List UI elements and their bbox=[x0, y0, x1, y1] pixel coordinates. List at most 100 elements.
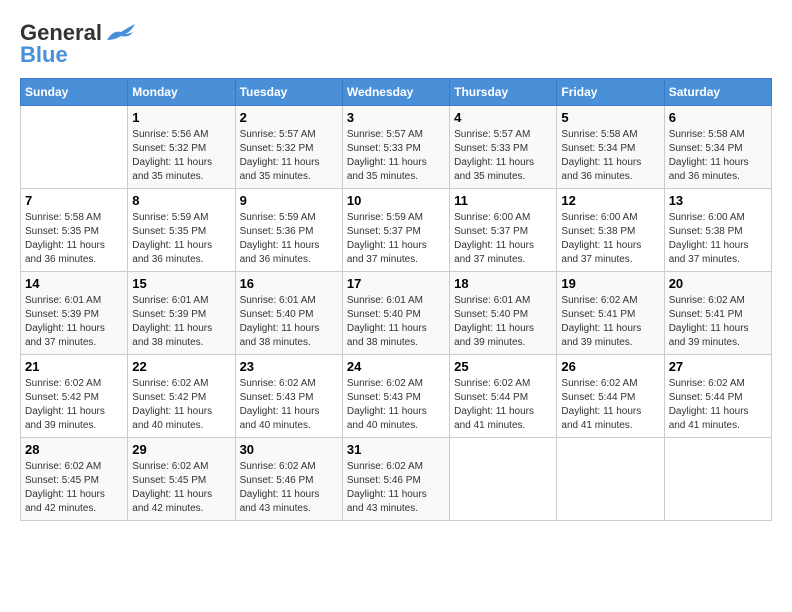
day-info: Sunrise: 6:02 AMSunset: 5:41 PMDaylight:… bbox=[669, 294, 767, 350]
logo: General Blue bbox=[20, 20, 141, 68]
day-info: Sunrise: 6:02 AMSunset: 5:44 PMDaylight:… bbox=[561, 377, 659, 433]
day-info: Sunrise: 6:00 AMSunset: 5:37 PMDaylight:… bbox=[454, 211, 552, 267]
logo-bird-icon bbox=[105, 22, 141, 44]
calendar-cell: 9Sunrise: 5:59 AMSunset: 5:36 PMDaylight… bbox=[235, 189, 342, 272]
calendar-cell: 18Sunrise: 6:01 AMSunset: 5:40 PMDayligh… bbox=[450, 272, 557, 355]
header-wednesday: Wednesday bbox=[342, 79, 449, 106]
calendar-cell: 26 Sunrise: 6:02 AMSunset: 5:44 PMDayligh… bbox=[557, 355, 664, 438]
calendar-cell: 12 Sunrise: 6:00 AMSunset: 5:38 PMDayligh… bbox=[557, 189, 664, 272]
calendar-cell: 27 Sunrise: 6:02 AMSunset: 5:44 PMDayligh… bbox=[664, 355, 771, 438]
day-number: 10 bbox=[347, 193, 445, 208]
calendar-cell: 6 Sunrise: 5:58 AMSunset: 5:34 PMDaylight… bbox=[664, 106, 771, 189]
day-info: Sunrise: 5:58 AMSunset: 5:34 PMDaylight:… bbox=[669, 128, 767, 184]
day-info: Sunrise: 6:02 AMSunset: 5:41 PMDaylight:… bbox=[561, 294, 659, 350]
day-number: 15 bbox=[132, 276, 230, 291]
day-info: Sunrise: 5:58 AMSunset: 5:34 PMDaylight:… bbox=[561, 128, 659, 184]
day-number: 13 bbox=[669, 193, 767, 208]
calendar-cell: 5 Sunrise: 5:58 AMSunset: 5:34 PMDaylight… bbox=[557, 106, 664, 189]
calendar-cell: 11Sunrise: 6:00 AMSunset: 5:37 PMDayligh… bbox=[450, 189, 557, 272]
calendar-cell: 21 Sunrise: 6:02 AMSunset: 5:42 PMDayligh… bbox=[21, 355, 128, 438]
day-number: 7 bbox=[25, 193, 123, 208]
day-info: Sunrise: 5:56 AMSunset: 5:32 PMDaylight:… bbox=[132, 128, 230, 184]
calendar-cell: 23 Sunrise: 6:02 AMSunset: 5:43 PMDayligh… bbox=[235, 355, 342, 438]
calendar-cell: 29 Sunrise: 6:02 AMSunset: 5:45 PMDayligh… bbox=[128, 438, 235, 521]
calendar-cell: 24Sunrise: 6:02 AMSunset: 5:43 PMDayligh… bbox=[342, 355, 449, 438]
day-number: 4 bbox=[454, 110, 552, 125]
calendar-cell bbox=[450, 438, 557, 521]
calendar-cell: 13 Sunrise: 6:00 AMSunset: 5:38 PMDayligh… bbox=[664, 189, 771, 272]
logo-blue: Blue bbox=[20, 42, 68, 68]
calendar-cell: 17Sunrise: 6:01 AMSunset: 5:40 PMDayligh… bbox=[342, 272, 449, 355]
calendar-cell: 1 Sunrise: 5:56 AMSunset: 5:32 PMDaylight… bbox=[128, 106, 235, 189]
calendar-cell: 31Sunrise: 6:02 AMSunset: 5:46 PMDayligh… bbox=[342, 438, 449, 521]
calendar-week-row: 28Sunrise: 6:02 AMSunset: 5:45 PMDayligh… bbox=[21, 438, 772, 521]
day-info: Sunrise: 5:59 AMSunset: 5:36 PMDaylight:… bbox=[240, 211, 338, 267]
day-number: 23 bbox=[240, 359, 338, 374]
day-info: Sunrise: 6:02 AMSunset: 5:45 PMDaylight:… bbox=[25, 460, 123, 516]
calendar-cell: 14 Sunrise: 6:01 AMSunset: 5:39 PMDayligh… bbox=[21, 272, 128, 355]
header-thursday: Thursday bbox=[450, 79, 557, 106]
day-number: 12 bbox=[561, 193, 659, 208]
calendar-week-row: 21 Sunrise: 6:02 AMSunset: 5:42 PMDayligh… bbox=[21, 355, 772, 438]
header-saturday: Saturday bbox=[664, 79, 771, 106]
day-number: 24 bbox=[347, 359, 445, 374]
day-number: 18 bbox=[454, 276, 552, 291]
calendar-cell: 2 Sunrise: 5:57 AMSunset: 5:32 PMDaylight… bbox=[235, 106, 342, 189]
day-info: Sunrise: 6:02 AMSunset: 5:46 PMDaylight:… bbox=[347, 460, 445, 516]
day-info: Sunrise: 5:57 AMSunset: 5:33 PMDaylight:… bbox=[347, 128, 445, 184]
calendar-table: SundayMondayTuesdayWednesdayThursdayFrid… bbox=[20, 78, 772, 521]
calendar-week-row: 7 Sunrise: 5:58 AMSunset: 5:35 PMDaylight… bbox=[21, 189, 772, 272]
calendar-cell: 28Sunrise: 6:02 AMSunset: 5:45 PMDayligh… bbox=[21, 438, 128, 521]
header-tuesday: Tuesday bbox=[235, 79, 342, 106]
day-info: Sunrise: 5:57 AMSunset: 5:33 PMDaylight:… bbox=[454, 128, 552, 184]
day-info: Sunrise: 6:02 AMSunset: 5:45 PMDaylight:… bbox=[132, 460, 230, 516]
day-number: 21 bbox=[25, 359, 123, 374]
day-number: 16 bbox=[240, 276, 338, 291]
day-number: 2 bbox=[240, 110, 338, 125]
day-info: Sunrise: 6:00 AMSunset: 5:38 PMDaylight:… bbox=[669, 211, 767, 267]
page-header: General Blue bbox=[20, 20, 772, 68]
calendar-cell: 20 Sunrise: 6:02 AMSunset: 5:41 PMDayligh… bbox=[664, 272, 771, 355]
day-number: 5 bbox=[561, 110, 659, 125]
day-info: Sunrise: 5:59 AMSunset: 5:35 PMDaylight:… bbox=[132, 211, 230, 267]
day-info: Sunrise: 5:59 AMSunset: 5:37 PMDaylight:… bbox=[347, 211, 445, 267]
day-number: 29 bbox=[132, 442, 230, 457]
day-info: Sunrise: 5:57 AMSunset: 5:32 PMDaylight:… bbox=[240, 128, 338, 184]
calendar-week-row: 1 Sunrise: 5:56 AMSunset: 5:32 PMDaylight… bbox=[21, 106, 772, 189]
calendar-cell: 4 Sunrise: 5:57 AMSunset: 5:33 PMDaylight… bbox=[450, 106, 557, 189]
calendar-cell bbox=[664, 438, 771, 521]
calendar-cell bbox=[21, 106, 128, 189]
day-info: Sunrise: 6:01 AMSunset: 5:40 PMDaylight:… bbox=[347, 294, 445, 350]
day-info: Sunrise: 6:02 AMSunset: 5:42 PMDaylight:… bbox=[25, 377, 123, 433]
day-info: Sunrise: 6:02 AMSunset: 5:46 PMDaylight:… bbox=[240, 460, 338, 516]
day-info: Sunrise: 6:02 AMSunset: 5:43 PMDaylight:… bbox=[240, 377, 338, 433]
header-friday: Friday bbox=[557, 79, 664, 106]
calendar-cell: 7 Sunrise: 5:58 AMSunset: 5:35 PMDaylight… bbox=[21, 189, 128, 272]
day-info: Sunrise: 5:58 AMSunset: 5:35 PMDaylight:… bbox=[25, 211, 123, 267]
calendar-header-row: SundayMondayTuesdayWednesdayThursdayFrid… bbox=[21, 79, 772, 106]
calendar-cell: 8 Sunrise: 5:59 AMSunset: 5:35 PMDaylight… bbox=[128, 189, 235, 272]
calendar-cell: 25 Sunrise: 6:02 AMSunset: 5:44 PMDayligh… bbox=[450, 355, 557, 438]
day-info: Sunrise: 6:02 AMSunset: 5:44 PMDaylight:… bbox=[454, 377, 552, 433]
day-number: 27 bbox=[669, 359, 767, 374]
day-info: Sunrise: 6:01 AMSunset: 5:40 PMDaylight:… bbox=[240, 294, 338, 350]
day-number: 6 bbox=[669, 110, 767, 125]
day-number: 1 bbox=[132, 110, 230, 125]
day-number: 22 bbox=[132, 359, 230, 374]
calendar-cell: 15Sunrise: 6:01 AMSunset: 5:39 PMDayligh… bbox=[128, 272, 235, 355]
day-number: 20 bbox=[669, 276, 767, 291]
day-number: 14 bbox=[25, 276, 123, 291]
day-number: 26 bbox=[561, 359, 659, 374]
day-number: 8 bbox=[132, 193, 230, 208]
day-number: 30 bbox=[240, 442, 338, 457]
day-info: Sunrise: 6:01 AMSunset: 5:39 PMDaylight:… bbox=[25, 294, 123, 350]
calendar-cell: 19 Sunrise: 6:02 AMSunset: 5:41 PMDayligh… bbox=[557, 272, 664, 355]
day-info: Sunrise: 6:02 AMSunset: 5:42 PMDaylight:… bbox=[132, 377, 230, 433]
day-info: Sunrise: 6:02 AMSunset: 5:44 PMDaylight:… bbox=[669, 377, 767, 433]
day-number: 25 bbox=[454, 359, 552, 374]
day-info: Sunrise: 6:00 AMSunset: 5:38 PMDaylight:… bbox=[561, 211, 659, 267]
calendar-week-row: 14 Sunrise: 6:01 AMSunset: 5:39 PMDayligh… bbox=[21, 272, 772, 355]
calendar-cell: 22 Sunrise: 6:02 AMSunset: 5:42 PMDayligh… bbox=[128, 355, 235, 438]
day-number: 19 bbox=[561, 276, 659, 291]
calendar-cell: 30 Sunrise: 6:02 AMSunset: 5:46 PMDayligh… bbox=[235, 438, 342, 521]
